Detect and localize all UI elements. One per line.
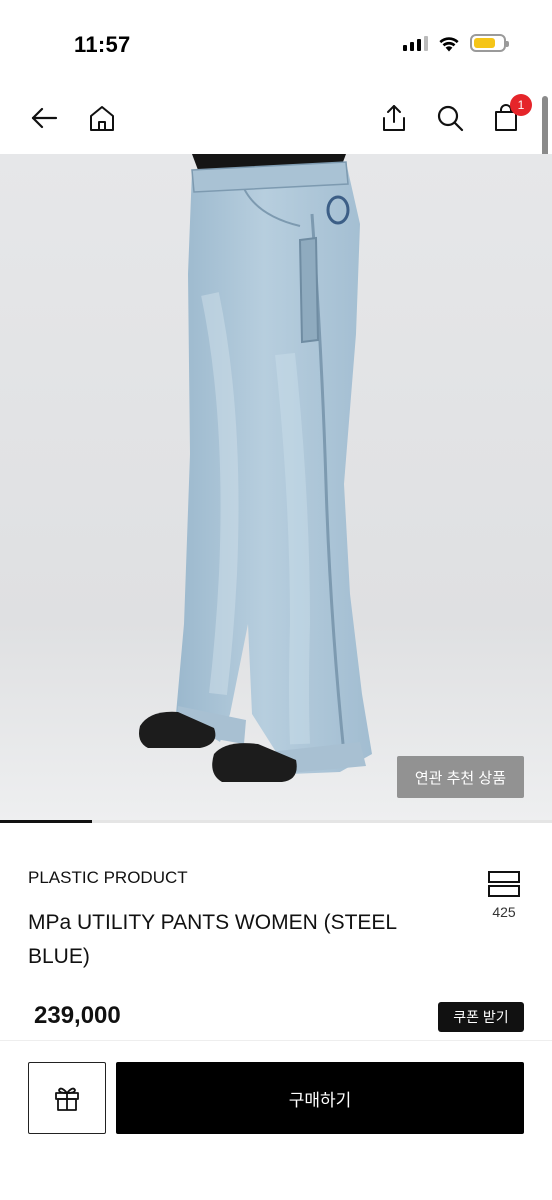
status-icons	[403, 34, 509, 52]
like-button[interactable]: 425	[484, 870, 524, 920]
bookmark-icon	[488, 871, 520, 897]
wifi-icon	[439, 36, 459, 51]
cellular-signal-icon	[403, 35, 428, 51]
like-count: 425	[492, 904, 516, 920]
coupon-button[interactable]: 쿠폰 받기	[438, 1002, 524, 1032]
product-image-gallery[interactable]: 연관 추천 상품	[0, 154, 552, 822]
home-button[interactable]	[84, 100, 120, 136]
product-price: 239,000	[34, 1002, 121, 1029]
back-arrow-icon	[31, 107, 58, 129]
share-icon	[383, 105, 405, 131]
related-products-button[interactable]: 연관 추천 상품	[396, 756, 524, 798]
search-icon	[437, 105, 464, 132]
product-photo	[0, 154, 552, 822]
image-gallery-progress-fill	[0, 820, 92, 823]
buy-button[interactable]: 구매하기	[116, 1062, 524, 1134]
bottom-action-bar: 구매하기	[0, 1040, 552, 1200]
battery-level	[474, 38, 495, 48]
gift-icon	[55, 1087, 79, 1111]
status-bar: 11:57	[0, 0, 552, 84]
status-time: 11:57	[74, 32, 131, 57]
search-button[interactable]	[432, 100, 468, 136]
product-title: MPa UTILITY PANTS WOMEN (STEEL BLUE)	[28, 911, 397, 968]
home-icon	[90, 106, 114, 131]
cart-badge: 1	[510, 94, 532, 116]
battery-icon	[470, 34, 509, 52]
gift-button[interactable]	[28, 1062, 106, 1134]
image-gallery-progress	[0, 820, 552, 823]
share-button[interactable]	[376, 100, 412, 136]
top-navigation: 1	[0, 84, 552, 154]
back-button[interactable]	[26, 100, 62, 136]
cart-button[interactable]: 1	[488, 94, 532, 136]
brand-name[interactable]: PLASTIC PRODUCT	[28, 868, 188, 888]
